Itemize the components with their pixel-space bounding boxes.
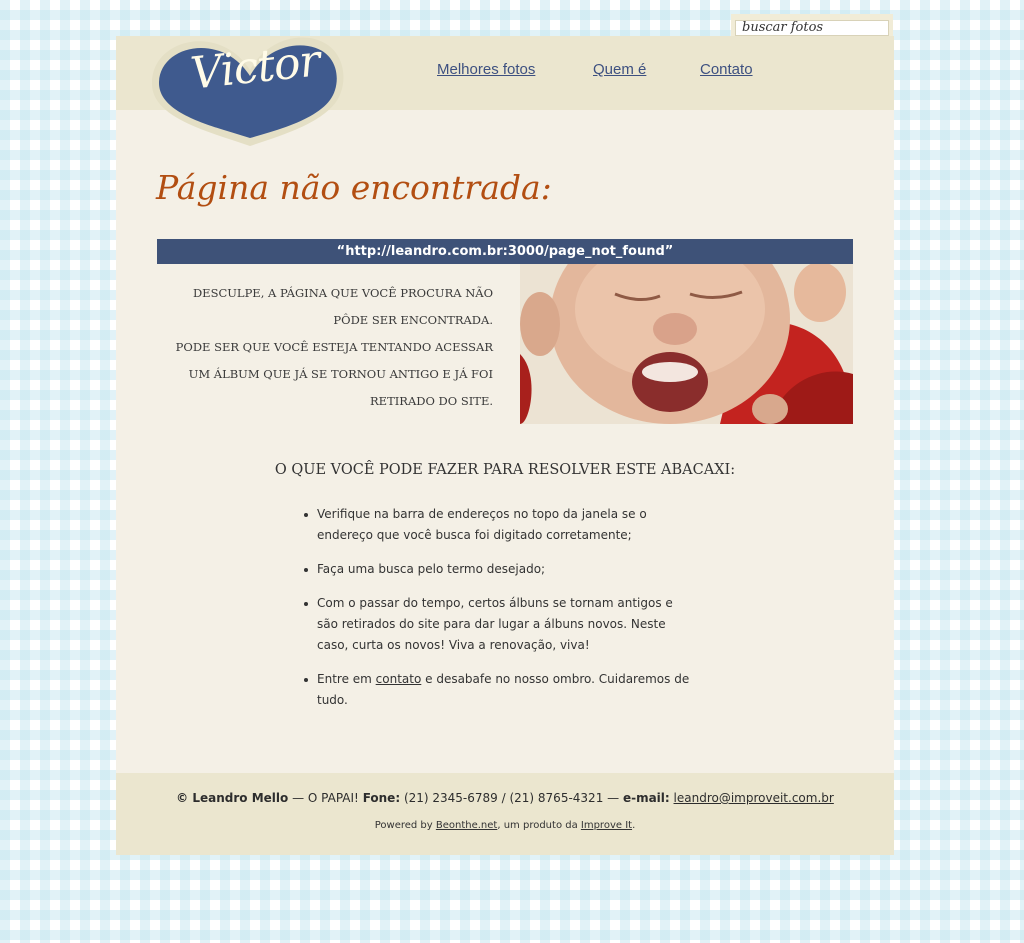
tip-text: Entre em bbox=[317, 672, 376, 686]
list-item: Entre em contato e desabafe no nosso omb… bbox=[304, 669, 697, 711]
footer-powered: Powered by Beonthe.net, um produto da Im… bbox=[116, 820, 894, 831]
footer-phone-label: Fone: bbox=[362, 791, 401, 805]
apology-line: PODE SER QUE VOCÊ ESTEJA TENTANDO ACESSA… bbox=[175, 340, 493, 354]
apology-line: UM ÁLBUM QUE JÁ SE TORNOU ANTIGO E JÁ FO… bbox=[188, 367, 493, 381]
powered-by-text: Powered by bbox=[374, 820, 436, 831]
footer-email-label: e-mail: bbox=[622, 791, 670, 805]
contato-link[interactable]: contato bbox=[376, 672, 422, 686]
site-logo[interactable]: Victor bbox=[150, 35, 350, 148]
apology-line: PÔDE SER ENCONTRADA. bbox=[333, 313, 493, 327]
photo-illustration bbox=[520, 264, 853, 424]
search-input[interactable] bbox=[735, 19, 889, 36]
footer-copyright: © Leandro Mello bbox=[176, 791, 289, 805]
list-item: Verifique na barra de endereços no topo … bbox=[304, 504, 697, 546]
footer-contact: © Leandro Mello — O PAPAI! Fone: (21) 23… bbox=[116, 791, 894, 805]
list-item: Com o passar do tempo, certos álbuns se … bbox=[304, 593, 697, 656]
footer-email-link[interactable]: leandro@improveit.com.br bbox=[674, 791, 834, 805]
page-title: Página não encontrada: bbox=[156, 168, 552, 207]
produto-text: , um produto da bbox=[497, 820, 581, 831]
improve-it-link[interactable]: Improve It bbox=[581, 820, 632, 831]
footer-papai: — O PAPAI! bbox=[288, 791, 363, 805]
beonthe-link[interactable]: Beonthe.net bbox=[436, 820, 497, 831]
crying-baby-photo bbox=[520, 264, 853, 424]
apology-text: DESCULPE, A PÁGINA QUE VOCÊ PROCURA NÃO … bbox=[170, 280, 493, 415]
nav-quem-e[interactable]: Quem é bbox=[593, 61, 646, 78]
not-found-url: “http://leandro.com.br:3000/page_not_fou… bbox=[157, 239, 853, 264]
apology-line: DESCULPE, A PÁGINA QUE VOCÊ PROCURA NÃO bbox=[192, 286, 493, 300]
nav-melhores-fotos[interactable]: Melhores fotos bbox=[437, 61, 535, 78]
what-to-do-heading: O QUE VOCÊ PODE FAZER PARA RESOLVER ESTE… bbox=[274, 462, 736, 478]
footer: © Leandro Mello — O PAPAI! Fone: (21) 23… bbox=[116, 773, 894, 855]
apology-line: RETIRADO DO SITE. bbox=[370, 394, 493, 408]
footer-phone: (21) 2345-6789 / (21) 8765-4321 — bbox=[400, 791, 623, 805]
list-item: Faça uma busca pelo termo desejado; bbox=[304, 559, 697, 580]
period-text: . bbox=[632, 820, 636, 831]
page-container: Melhores fotos Quem é Contato Victor Pág… bbox=[116, 35, 894, 855]
nav-contato[interactable]: Contato bbox=[700, 61, 753, 78]
tips-list: Verifique na barra de endereços no topo … bbox=[304, 504, 697, 724]
search-box bbox=[731, 14, 893, 36]
